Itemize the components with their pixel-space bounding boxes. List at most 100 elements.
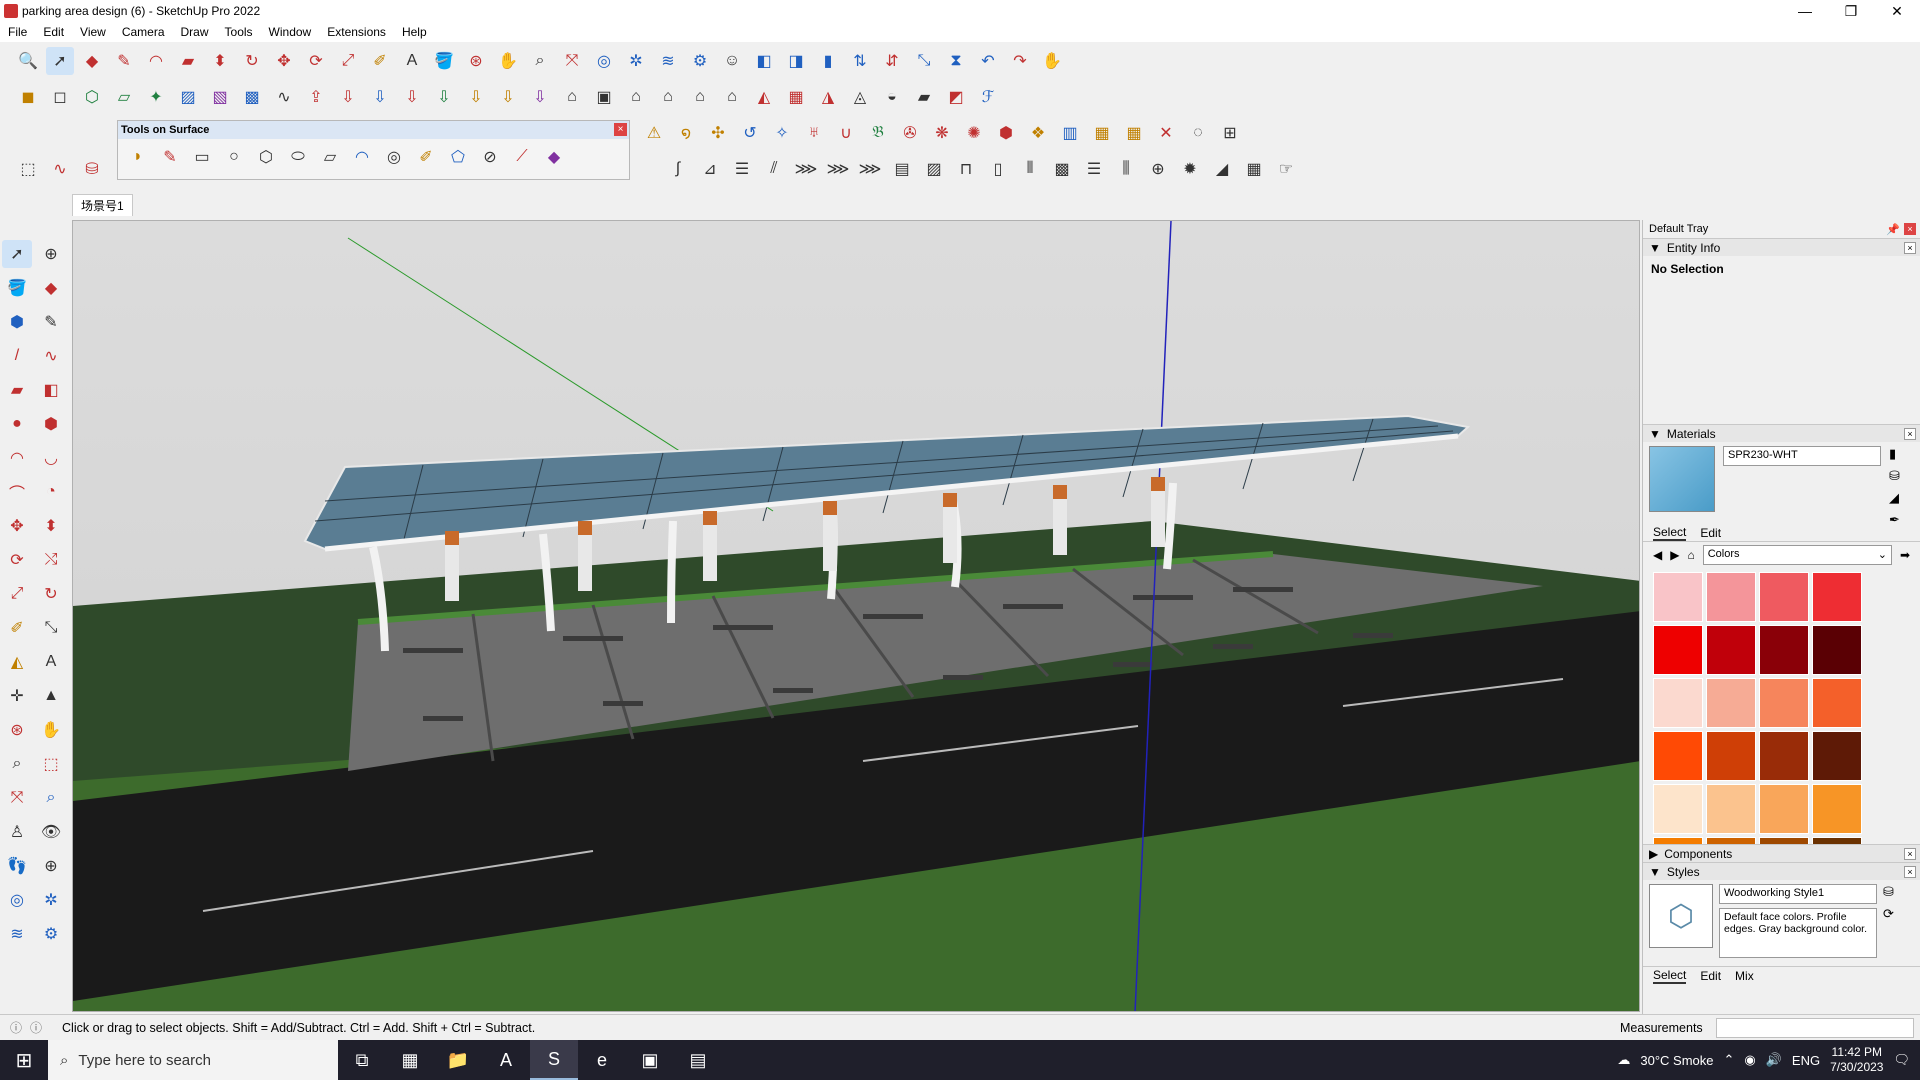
- bucket-sm-icon[interactable]: ⛁: [78, 155, 106, 183]
- layout-lt-icon[interactable]: ≋: [2, 920, 32, 948]
- sample-paint-icon[interactable]: ◢: [1889, 490, 1900, 506]
- rail-icon[interactable]: ⋙: [792, 155, 820, 183]
- curve-red-icon[interactable]: ∿: [46, 155, 74, 183]
- forward-icon[interactable]: ▶: [1670, 548, 1679, 562]
- push-pull-icon[interactable]: ⬍: [206, 47, 234, 75]
- gable-icon[interactable]: ◬: [846, 83, 874, 111]
- material-swatch[interactable]: [1812, 731, 1862, 781]
- maximize-button[interactable]: ❐: [1828, 0, 1874, 22]
- orbit-icon[interactable]: ⊛: [462, 47, 490, 75]
- cup-icon[interactable]: ♅: [800, 119, 828, 147]
- roof-lines-icon[interactable]: ☰: [1080, 155, 1108, 183]
- create-style-icon[interactable]: ⛁: [1883, 884, 1894, 900]
- scale-tool-icon[interactable]: ⤢: [2, 580, 32, 608]
- language-indicator[interactable]: ENG: [1792, 1053, 1820, 1068]
- paint-bucket-icon[interactable]: 🪣: [430, 47, 458, 75]
- columns-icon[interactable]: ⫼: [1112, 155, 1140, 183]
- star-icon[interactable]: ✧: [768, 119, 796, 147]
- extension-warehouse-icon[interactable]: ✲: [622, 47, 650, 75]
- move-tool-icon[interactable]: ✥: [2, 512, 32, 540]
- material-swatch[interactable]: [1653, 625, 1703, 675]
- update-style-icon[interactable]: ⟳: [1883, 906, 1894, 922]
- monochrome-icon[interactable]: ▧: [206, 83, 234, 111]
- details-arrow-icon[interactable]: ➡: [1900, 548, 1910, 562]
- arc3-tool-icon[interactable]: ⌒: [2, 478, 32, 506]
- twist-icon[interactable]: ✺: [960, 119, 988, 147]
- material-swatch[interactable]: [1706, 731, 1756, 781]
- tools-on-surface-title[interactable]: Tools on Surface: [118, 121, 629, 139]
- morph-icon[interactable]: ❋: [928, 119, 956, 147]
- freehand-tool-icon[interactable]: ∿: [36, 342, 66, 370]
- box-icon[interactable]: ▣: [590, 83, 618, 111]
- drop-v-icon[interactable]: ⇩: [430, 83, 458, 111]
- redo-icon[interactable]: ↷: [1006, 47, 1034, 75]
- view-iso-icon[interactable]: ▩: [238, 83, 266, 111]
- chair-icon[interactable]: ⊓: [952, 155, 980, 183]
- taskbar-search[interactable]: ⌕ Type here to search: [48, 1040, 338, 1080]
- zoom-window-icon[interactable]: ⬚: [36, 750, 66, 778]
- orbit-tool-icon[interactable]: ⊛: [2, 716, 32, 744]
- rotated-rect-icon[interactable]: ◧: [36, 376, 66, 404]
- tos-select-icon[interactable]: ◗: [124, 143, 152, 171]
- menu-view[interactable]: View: [72, 25, 114, 39]
- tos-texture-icon[interactable]: ⊘: [476, 143, 504, 171]
- select-tool-icon[interactable]: ➚: [2, 240, 32, 268]
- drop-f-icon[interactable]: ⇩: [526, 83, 554, 111]
- material-swatch[interactable]: [1759, 625, 1809, 675]
- geo-location-icon[interactable]: ⓘ: [10, 1019, 22, 1036]
- slash-icon[interactable]: ⫽: [760, 155, 788, 183]
- sandbox-icon[interactable]: ⧗: [942, 47, 970, 75]
- material-swatch[interactable]: [1653, 678, 1703, 728]
- calculator-icon[interactable]: ▦: [386, 1040, 434, 1080]
- windows-start-icon[interactable]: ⊞: [0, 1040, 48, 1080]
- warehouse-lt-icon[interactable]: ◎: [2, 886, 32, 914]
- ext-manager-lt-icon[interactable]: ⚙: [36, 920, 66, 948]
- material-swatch[interactable]: [1812, 837, 1862, 844]
- model-viewport[interactable]: [72, 220, 1640, 1012]
- previous-view-icon[interactable]: ⌕: [36, 784, 66, 812]
- material-swatch[interactable]: [1706, 837, 1756, 844]
- material-swatch[interactable]: [1653, 837, 1703, 844]
- pie-tool-icon[interactable]: ◔: [36, 478, 66, 506]
- tos-line-icon[interactable]: ⟋: [508, 143, 536, 171]
- curve-points-icon[interactable]: ◌: [1184, 119, 1212, 147]
- undo-icon[interactable]: ↶: [974, 47, 1002, 75]
- make-component-icon[interactable]: ⬢: [2, 308, 32, 336]
- select-icon[interactable]: ➚: [46, 47, 74, 75]
- dome-icon[interactable]: ◒: [878, 83, 906, 111]
- material-swatch[interactable]: [1706, 678, 1756, 728]
- zoom-extents-icon[interactable]: ⤧: [558, 47, 586, 75]
- text-icon[interactable]: A: [398, 47, 426, 75]
- close-icon[interactable]: ×: [614, 123, 627, 136]
- material-swatch[interactable]: [1653, 731, 1703, 781]
- wave-icon[interactable]: ∫: [664, 155, 692, 183]
- material-preview[interactable]: [1649, 446, 1715, 512]
- eraser-tool-icon[interactable]: ◆: [36, 274, 66, 302]
- 3d-warehouse-icon[interactable]: ◎: [590, 47, 618, 75]
- select-sm-icon[interactable]: ⬚: [14, 155, 42, 183]
- weather-text[interactable]: 30°C Smoke: [1640, 1053, 1713, 1068]
- fredo-icon[interactable]: ℱ: [974, 83, 1002, 111]
- zoom-tool-lt-icon[interactable]: ⌕: [2, 750, 32, 778]
- door-icon[interactable]: ▯: [984, 155, 1012, 183]
- tray-close-icon[interactable]: ×: [1904, 222, 1916, 235]
- image-viewer-icon[interactable]: ▣: [626, 1040, 674, 1080]
- hidden-line-icon[interactable]: ▱: [110, 83, 138, 111]
- drop-x-icon[interactable]: ⇩: [494, 83, 522, 111]
- tos-pencil-icon[interactable]: ✎: [156, 143, 184, 171]
- measurements-input[interactable]: [1716, 1018, 1914, 1038]
- tab-styles-select[interactable]: Select: [1653, 968, 1687, 984]
- tab-materials-edit[interactable]: Edit: [1700, 526, 1721, 540]
- zoom-icon[interactable]: 🔍: [14, 47, 42, 75]
- layout-taskbar-icon[interactable]: ▤: [674, 1040, 722, 1080]
- close-icon[interactable]: ×: [1904, 847, 1916, 860]
- garage-icon[interactable]: ⌂: [718, 83, 746, 111]
- grid-icon[interactable]: ▥: [1056, 119, 1084, 147]
- material-swatch[interactable]: [1812, 625, 1862, 675]
- menu-file[interactable]: File: [0, 25, 35, 39]
- magnet-icon[interactable]: ∪: [832, 119, 860, 147]
- style-thumbnail[interactable]: ⬡: [1649, 884, 1713, 948]
- tos-freehand-icon[interactable]: ✐: [412, 143, 440, 171]
- line-tool-icon[interactable]: /: [2, 342, 32, 370]
- eraser-icon[interactable]: ◆: [78, 47, 106, 75]
